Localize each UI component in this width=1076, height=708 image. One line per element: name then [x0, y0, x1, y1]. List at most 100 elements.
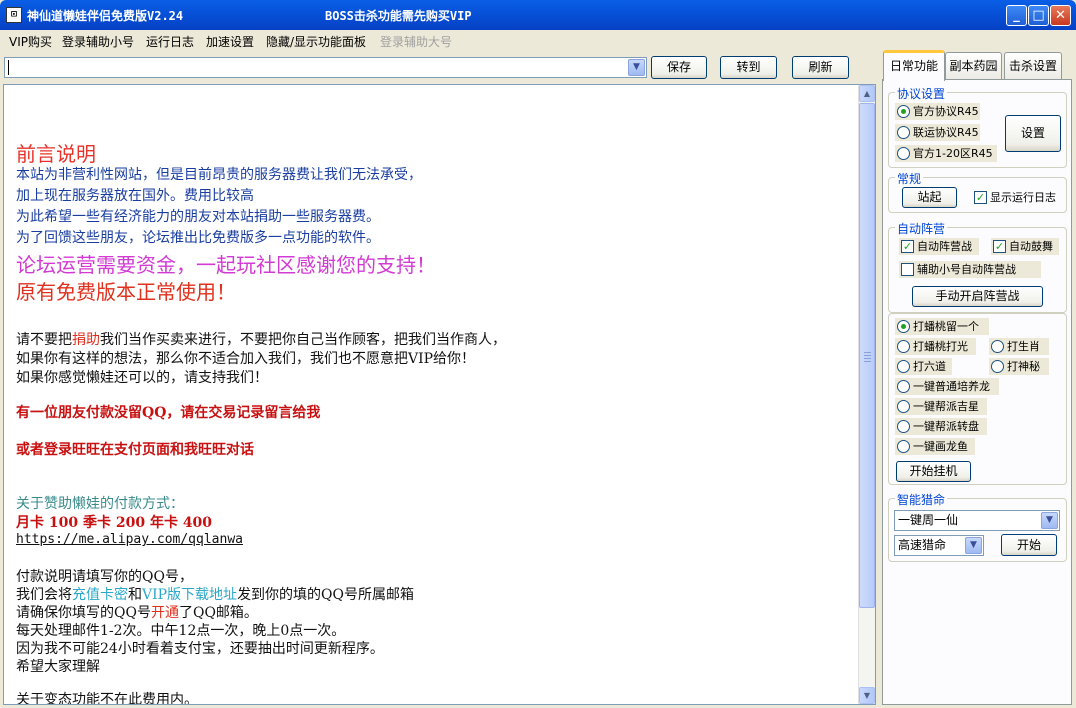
close-button[interactable]: ✕ — [1050, 5, 1071, 26]
menu-login-main-account: 登录辅助大号 — [380, 35, 453, 49]
text-line: 请确保你填写的QQ号开通了QQ邮箱。 — [16, 605, 258, 621]
radio-guild-star[interactable]: 一键帮派吉星 — [895, 398, 987, 415]
radio-icon — [897, 105, 910, 118]
radio-guild-wheel[interactable]: 一键帮派转盘 — [895, 418, 987, 435]
save-button[interactable]: 保存 — [651, 56, 707, 79]
vertical-scrollbar[interactable]: ▲ ▼ — [858, 85, 875, 704]
text-line: 我们会将充值卡密和VIP版下载地址发到你的填的QQ号所属邮箱 — [16, 587, 415, 603]
text-line: 希望大家理解 — [16, 659, 100, 675]
title-bar[interactable]: ⊡ 神仙道懒娃伴侣免费版V2.24 BOSS击杀功能需先购买VIP _ □ ✕ — [0, 0, 1076, 30]
scroll-up-icon[interactable]: ▲ — [859, 85, 875, 102]
protocol-set-button[interactable]: 设置 — [1005, 115, 1061, 152]
highlight-text: 开通 — [150, 605, 179, 621]
radio-union-protocol[interactable]: 联运协议R45 — [895, 124, 980, 141]
general-group-label: 常规 — [895, 170, 924, 187]
minimize-button[interactable]: _ — [1006, 5, 1027, 26]
radio-zodiac[interactable]: 打生肖 — [989, 338, 1049, 355]
maximize-button[interactable]: □ — [1028, 5, 1049, 26]
radio-icon — [897, 147, 910, 160]
refresh-button[interactable]: 刷新 — [792, 56, 849, 79]
radio-icon — [991, 340, 1004, 353]
menu-run-log[interactable]: 运行日志 — [146, 33, 194, 50]
text-caret — [8, 60, 9, 75]
scroll-thumb[interactable] — [859, 103, 875, 608]
chevron-down-icon[interactable]: ▼ — [965, 537, 982, 554]
text-line: 本站为非营利性网站，但是目前昂贵的服务器费让我们无法承受， — [16, 167, 422, 183]
text-line: 因为我不可能24小时看着支付宝，还要抽出时间更新程序。 — [16, 641, 384, 657]
support-banner: 论坛运营需要资金，一起玩社区感谢您的支持！ — [16, 253, 436, 277]
radio-icon — [897, 360, 910, 373]
menu-bar: VIP购买 登录辅助小号 运行日志 加速设置 隐藏/显示功能面板 登录辅助大号 — [0, 30, 1076, 50]
text-line: 请不要把捐助我们当作买卖来进行，不要把你自己当作顾客，把我们当作商人， — [16, 332, 506, 348]
radio-icon — [897, 420, 910, 433]
auto-camp-group-label: 自动阵营 — [895, 220, 948, 237]
window-title: 神仙道懒娃伴侣免费版V2.24 — [27, 9, 184, 23]
fate-start-button[interactable]: 开始 — [1001, 534, 1057, 556]
radio-icon — [897, 400, 910, 413]
auto-drum-checkbox[interactable]: ✓ 自动鼓舞 — [991, 238, 1059, 255]
auto-camp-group: 自动阵营 ✓ 自动阵营战 ✓ 自动鼓舞 辅助小号自动阵营战 手动开启阵营战 — [888, 220, 1067, 313]
menu-toggle-panel[interactable]: 隐藏/显示功能面板 — [266, 33, 366, 50]
checkbox-icon: ✓ — [993, 240, 1006, 253]
menu-login-alt-account[interactable]: 登录辅助小号 — [62, 33, 134, 50]
free-version-notice: 原有免费版本正常使用！ — [16, 280, 236, 304]
text-line: 关于变态功能不在此费用内。 — [16, 692, 198, 705]
tab-dungeon-garden[interactable]: 副本药园 — [945, 52, 1002, 79]
radio-six-paths[interactable]: 打六道 — [895, 358, 952, 375]
notice-line: 或者登录旺旺在支付页面和我旺旺对话 — [16, 442, 254, 458]
title-notice: BOSS击杀功能需先购买VIP — [325, 9, 472, 23]
text-line: 加上现在服务器放在国外。费用比较高 — [16, 188, 254, 204]
actions-group: 打蟠桃留一个 打蟠桃打光 打生肖 打六道 打神秘 一键普通培养龙 一键帮派吉星 … — [888, 313, 1067, 485]
show-log-checkbox[interactable]: ✓ 显示运行日志 — [972, 189, 1066, 206]
text-line: 付款说明请填写你的QQ号， — [16, 569, 193, 585]
radio-peach-all[interactable]: 打蟠桃打光 — [895, 338, 976, 355]
manual-camp-battle-button[interactable]: 手动开启阵营战 — [912, 286, 1043, 307]
preface-heading: 前言说明 — [16, 142, 96, 166]
auto-camp-battle-checkbox[interactable]: ✓ 自动阵营战 — [899, 238, 979, 255]
radio-icon — [897, 320, 910, 333]
highlight-text: VIP版下载地址 — [142, 587, 238, 603]
radio-icon — [897, 126, 910, 139]
tab-daily[interactable]: 日常功能 — [883, 50, 945, 81]
checkbox-icon: ✓ — [901, 240, 914, 253]
payment-heading: 关于赞助懒娃的付款方式： — [16, 496, 184, 512]
start-idle-button[interactable]: 开始挂机 — [896, 461, 971, 482]
chevron-down-icon[interactable]: ▼ — [628, 59, 645, 76]
radio-icon — [897, 380, 910, 393]
scroll-down-icon[interactable]: ▼ — [859, 687, 875, 704]
radio-train-dragon[interactable]: 一键普通培养龙 — [895, 378, 999, 395]
radio-icon — [991, 360, 1004, 373]
text-line: 为了回馈这些朋友，论坛推出比免费版多一点功能的软件。 — [16, 230, 380, 246]
text-line: 如果你有这样的想法，那么你不适合加入我们，我们也不愿意把VIP给你！ — [16, 351, 476, 367]
menu-vip-purchase[interactable]: VIP购买 — [9, 33, 52, 50]
fate-mode-select[interactable]: 一键周一仙 ▼ — [894, 510, 1060, 531]
menu-speed-settings[interactable]: 加速设置 — [206, 33, 254, 50]
app-icon[interactable]: ⊡ — [6, 7, 22, 23]
notice-line: 有一位朋友付款没留QQ，请在交易记录留言给我 — [16, 405, 321, 421]
checkbox-icon — [901, 263, 914, 276]
alt-auto-camp-checkbox[interactable]: 辅助小号自动阵营战 — [899, 261, 1041, 278]
checkbox-icon: ✓ — [974, 191, 987, 204]
radio-icon — [897, 340, 910, 353]
daily-panel: 协议设置 官方协议R45 联运协议R45 官方1-20区R45 设置 常规 站起… — [882, 79, 1072, 705]
alipay-link[interactable]: https://me.alipay.com/qqlanwa — [16, 532, 243, 547]
url-input[interactable]: ▼ — [4, 57, 647, 78]
price-line: 月卡 100 季卡 200 年卡 400 — [16, 515, 213, 531]
stand-up-button[interactable]: 站起 — [902, 187, 957, 208]
chevron-down-icon[interactable]: ▼ — [1041, 512, 1058, 529]
fate-hunt-group-label: 智能猎命 — [895, 491, 948, 508]
protocol-group: 协议设置 官方协议R45 联运协议R45 官方1-20区R45 设置 — [888, 85, 1067, 168]
tab-kill-settings[interactable]: 击杀设置 — [1004, 52, 1062, 79]
radio-mystery[interactable]: 打神秘 — [989, 358, 1049, 375]
browser-content[interactable]: 前言说明 本站为非营利性网站，但是目前昂贵的服务器费让我们无法承受， 加上现在服… — [3, 84, 876, 705]
goto-button[interactable]: 转到 — [720, 56, 777, 79]
highlight-text: 捐助 — [72, 332, 100, 348]
general-group: 常规 站起 ✓ 显示运行日志 — [888, 170, 1067, 213]
radio-peach-keep-one[interactable]: 打蟠桃留一个 — [895, 318, 989, 335]
radio-official-1-20[interactable]: 官方1-20区R45 — [895, 145, 997, 162]
radio-draw-dragon-fish[interactable]: 一键画龙鱼 — [895, 438, 975, 455]
fate-speed-select[interactable]: 高速猎命 ▼ — [894, 535, 984, 556]
radio-official-protocol[interactable]: 官方协议R45 — [895, 103, 980, 120]
text-line: 为此希望一些有经济能力的朋友对本站捐助一些服务器费。 — [16, 209, 380, 225]
text-line: 如果你感觉懒娃还可以的，请支持我们！ — [16, 370, 268, 386]
